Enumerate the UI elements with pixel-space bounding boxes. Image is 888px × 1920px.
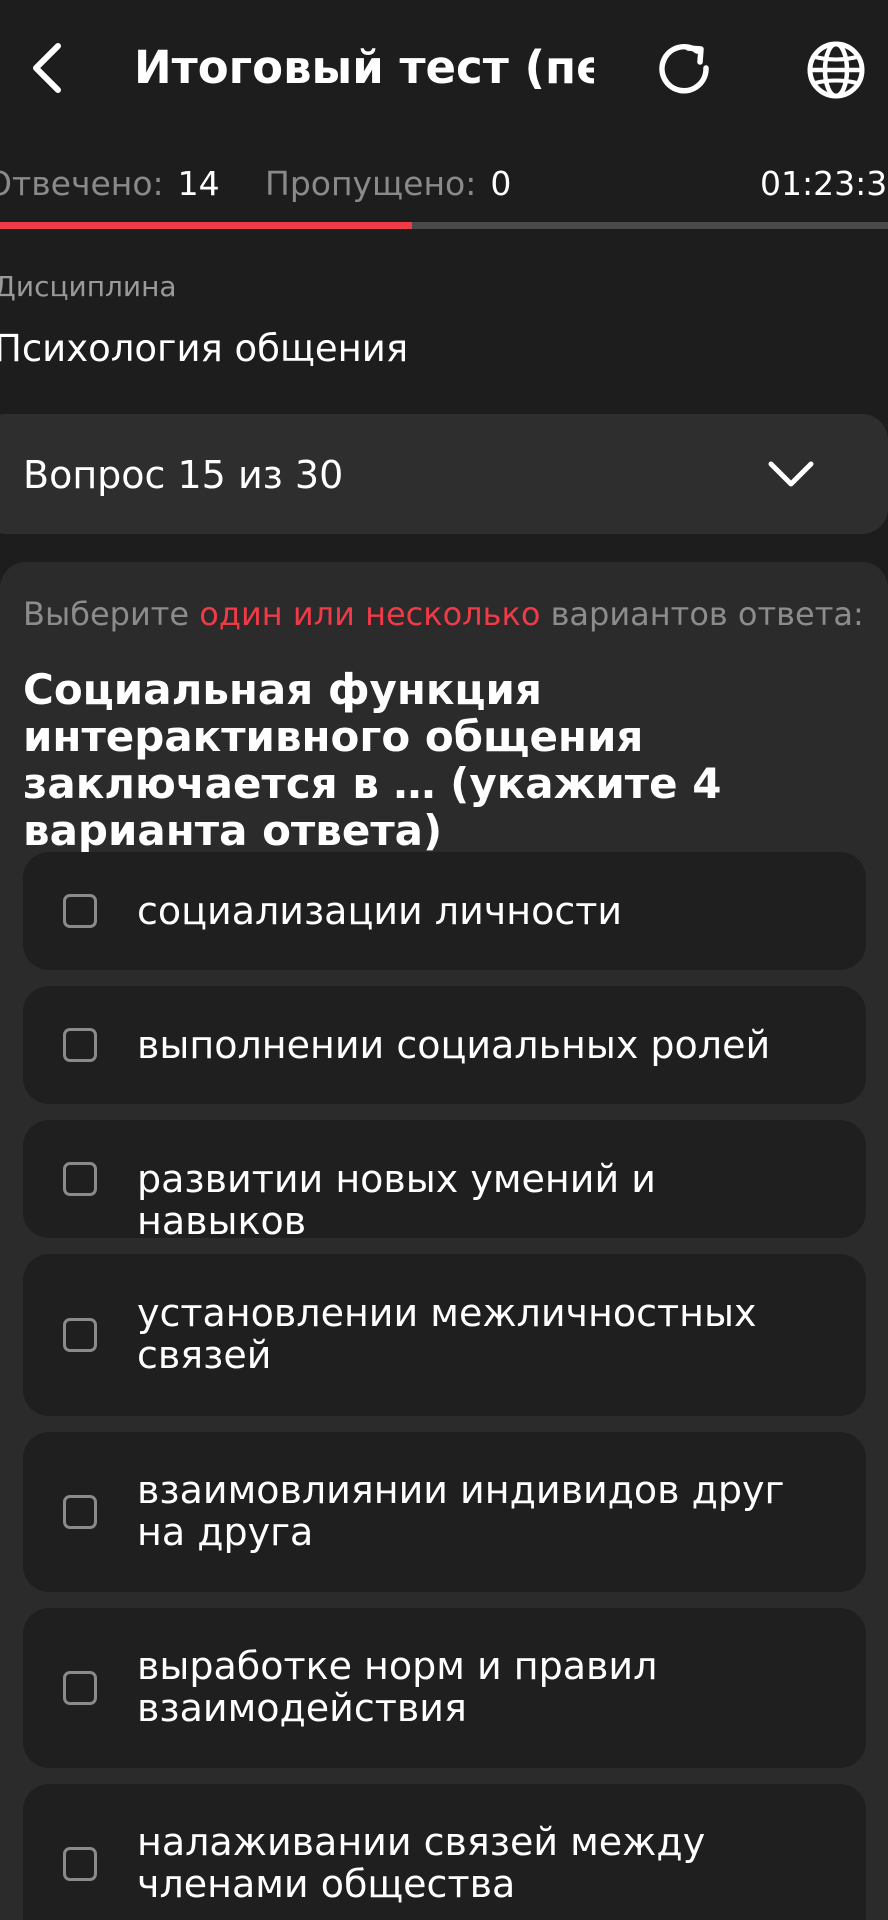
option-label: выполнении социальных ролей [137, 1023, 771, 1067]
option-label: социализации личности [137, 889, 623, 933]
progress-bar [0, 222, 888, 229]
quiz-screen: Итоговый тест (пе... Отвечено: 14 Пропуще… [0, 0, 888, 1920]
answered-counter: Отвечено: 14 [0, 160, 220, 208]
skipped-counter: Пропущено: 0 [265, 160, 511, 208]
checkbox[interactable] [63, 1495, 97, 1529]
option-label: развитии новых умений и навыков [137, 1157, 656, 1243]
reload-icon [659, 44, 709, 94]
checkbox[interactable] [63, 1162, 97, 1196]
instruction-accent: один или несколько [199, 595, 541, 633]
checkbox[interactable] [63, 1671, 97, 1705]
answer-option[interactable]: развитии новых умений и навыков [23, 1120, 866, 1242]
instruction-suffix: вариантов ответа: [540, 595, 864, 633]
progress-fill [0, 222, 413, 229]
option-label: выработке норм и правил взаимодействия [137, 1644, 658, 1730]
instruction-prefix: Выберите [23, 595, 200, 633]
question-card: Выберите один или несколько вариантов от… [0, 562, 888, 1920]
answered-label: Отвечено: [0, 164, 164, 203]
back-button[interactable] [20, 32, 76, 104]
language-button[interactable] [800, 36, 872, 104]
quiz-status-bar: Отвечено: 14 Пропущено: 0 01:23:35 [0, 160, 888, 208]
answer-option[interactable]: социализации личности [23, 852, 866, 970]
answer-option[interactable]: взаимовлиянии индивидов друг на друга [23, 1432, 866, 1592]
reload-button[interactable] [650, 36, 722, 104]
back-arrow-icon [33, 43, 61, 93]
page-title: Итоговый тест (пе... [134, 41, 594, 94]
option-label: установлении межличностных связей [137, 1291, 757, 1377]
option-label: налаживании связей между членами обществ… [137, 1820, 706, 1906]
answer-option[interactable]: налаживании связей между членами обществ… [23, 1784, 866, 1920]
answered-value: 14 [177, 164, 220, 203]
answer-option[interactable]: выполнении социальных ролей [23, 986, 866, 1104]
top-bar: Итоговый тест (пе... [0, 0, 888, 140]
discipline-value: Психология общения [0, 327, 409, 370]
question-selector[interactable]: Вопрос 15 из 30 [0, 414, 888, 534]
skipped-value: 0 [490, 164, 512, 203]
question-number: Вопрос 15 из 30 [23, 453, 344, 497]
checkbox[interactable] [63, 1847, 97, 1881]
skipped-label: Пропущено: [265, 164, 477, 203]
globe-icon [807, 41, 865, 99]
answer-instruction: Выберите один или несколько вариантов от… [23, 592, 864, 636]
discipline-label: Дисциплина [0, 270, 177, 303]
option-label: взаимовлиянии индивидов друг на друга [137, 1468, 785, 1554]
chevron-down-icon [766, 450, 816, 500]
checkbox[interactable] [63, 1028, 97, 1062]
checkbox[interactable] [63, 894, 97, 928]
timer: 01:23:35 [760, 164, 888, 203]
answer-option[interactable]: выработке норм и правил взаимодействия [23, 1608, 866, 1768]
question-text: Социальная функция интерактивного общени… [23, 665, 722, 855]
checkbox[interactable] [63, 1318, 97, 1352]
answer-option[interactable]: установлении межличностных связей [23, 1254, 866, 1416]
